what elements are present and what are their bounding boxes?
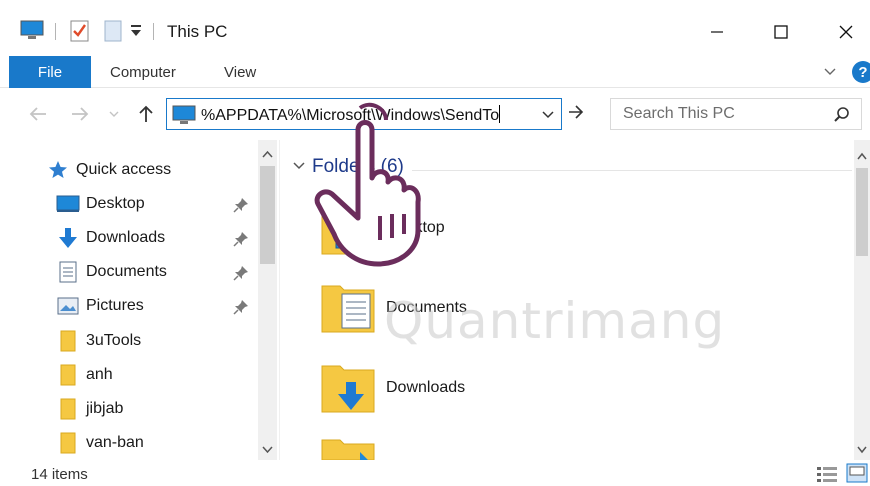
- sidebar-item-label: Desktop: [86, 195, 145, 212]
- maximize-button[interactable]: [767, 18, 795, 46]
- downloads-folder-icon: [320, 360, 376, 421]
- scrollbar-thumb[interactable]: [856, 168, 868, 256]
- search-input[interactable]: Search This PC: [623, 105, 735, 123]
- sidebar-item-label: Documents: [86, 263, 167, 280]
- back-button[interactable]: [26, 102, 50, 126]
- navigation-pane: Quick access Desktop Downloads Documents…: [0, 140, 280, 460]
- sidebar-item-label: 3uTools: [86, 332, 142, 349]
- forward-button[interactable]: [68, 102, 92, 126]
- navpane-scrollbar[interactable]: [258, 140, 277, 460]
- scroll-up-chevron-icon[interactable]: [261, 146, 274, 164]
- sidebar-item-van-ban[interactable]: van-ban: [56, 428, 144, 458]
- sidebar-item-label: Pictures: [86, 297, 144, 314]
- search-box[interactable]: Search This PC: [610, 98, 862, 130]
- sidebar-item-documents[interactable]: Documents: [56, 257, 167, 287]
- hand-pointer-icon: [300, 100, 440, 275]
- sidebar-item-downloads[interactable]: Downloads: [56, 223, 165, 253]
- group-divider: [412, 170, 852, 171]
- title-bar: This PC: [0, 0, 870, 56]
- desktop-icon: [56, 193, 80, 215]
- properties-icon[interactable]: [70, 20, 90, 47]
- go-arrow-icon[interactable]: [566, 102, 586, 127]
- documents-folder-icon: [320, 280, 376, 341]
- window-title: This PC: [167, 22, 228, 41]
- content-scrollbar[interactable]: [854, 140, 870, 460]
- sidebar-item-anh[interactable]: anh: [56, 360, 113, 390]
- recent-locations-chevron-icon[interactable]: [102, 102, 126, 126]
- pin-icon[interactable]: [233, 265, 249, 286]
- sidebar-item-jibjab[interactable]: jibjab: [56, 394, 123, 424]
- sidebar-item-pictures[interactable]: Pictures: [56, 291, 144, 321]
- address-history-chevron-icon[interactable]: [541, 107, 555, 126]
- search-icon[interactable]: [833, 106, 851, 129]
- ribbon-tabs: File Computer View ?: [0, 56, 870, 88]
- download-arrow-icon: [56, 227, 80, 249]
- folder-icon: [56, 330, 80, 352]
- watermark-logo: Quantrimang: [384, 292, 726, 350]
- computer-icon: [172, 105, 196, 130]
- scrollbar-thumb[interactable]: [260, 166, 275, 264]
- sidebar-item-quick-access[interactable]: Quick access: [46, 155, 171, 185]
- expand-ribbon-chevron-icon[interactable]: [823, 64, 837, 83]
- tab-file[interactable]: File: [9, 56, 91, 88]
- folder-item-downloads[interactable]: Downloads: [320, 356, 640, 420]
- sidebar-item-3utools[interactable]: 3uTools: [56, 326, 141, 356]
- tab-computer[interactable]: Computer: [110, 64, 176, 81]
- tab-view[interactable]: View: [224, 64, 256, 81]
- sidebar-item-label: van-ban: [86, 434, 144, 451]
- item-count: 14 items: [31, 466, 88, 483]
- sidebar-item-label: anh: [86, 366, 113, 383]
- sidebar-item-label: Downloads: [86, 229, 166, 246]
- help-button[interactable]: ?: [852, 61, 870, 83]
- customize-dropdown-icon[interactable]: [130, 24, 142, 43]
- document-icon: [56, 261, 80, 283]
- folder-icon: [56, 364, 80, 386]
- scroll-down-chevron-icon[interactable]: [261, 442, 274, 460]
- status-bar: 14 items: [0, 460, 870, 486]
- sidebar-item-label: jibjab: [86, 400, 124, 417]
- computer-icon[interactable]: [20, 20, 44, 45]
- new-folder-icon[interactable]: [104, 20, 122, 47]
- scroll-up-chevron-icon[interactable]: [856, 148, 868, 166]
- folder-label: Downloads: [386, 379, 466, 396]
- up-button[interactable]: [134, 102, 158, 126]
- close-button[interactable]: [832, 18, 860, 46]
- folder-icon: [56, 398, 80, 420]
- pictures-icon: [56, 295, 80, 317]
- folder-icon: [56, 432, 80, 454]
- scroll-down-chevron-icon[interactable]: [856, 442, 868, 460]
- text-caret: [499, 105, 501, 123]
- pin-icon[interactable]: [233, 231, 249, 252]
- toolbar-separator: [55, 23, 56, 40]
- pin-icon[interactable]: [233, 197, 249, 218]
- star-icon: [46, 159, 70, 181]
- large-icons-view-icon[interactable]: [846, 463, 868, 486]
- toolbar-separator: [153, 23, 154, 40]
- details-view-icon[interactable]: [816, 465, 838, 486]
- pin-icon[interactable]: [233, 299, 249, 320]
- sidebar-item-desktop[interactable]: Desktop: [56, 189, 145, 219]
- sidebar-item-label: Quick access: [76, 161, 172, 178]
- minimize-button[interactable]: [703, 18, 731, 46]
